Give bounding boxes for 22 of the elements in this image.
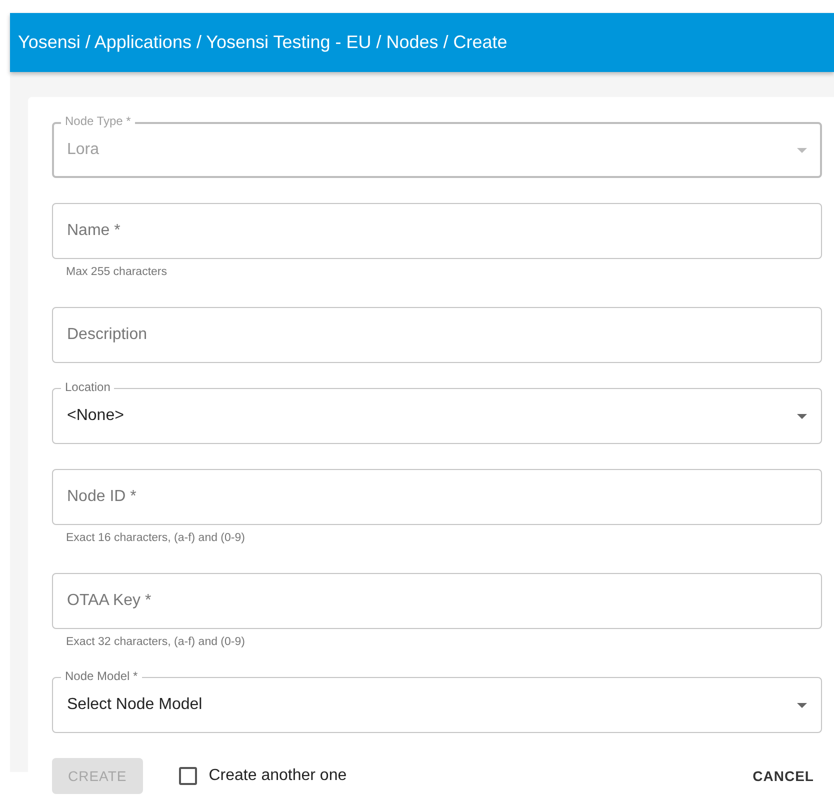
helper-text: Exact 32 characters, (a-f) and (0-9) <box>65 635 246 649</box>
breadcrumb: Yosensi / Applications / Yosensi Testing - EU / Nodes / Create <box>18 31 508 54</box>
field-label: Location <box>61 380 114 394</box>
input-field[interactable]: Description <box>52 307 822 363</box>
checkbox[interactable] <box>178 767 197 785</box>
dropdown-caret-icon <box>797 414 807 418</box>
select-field[interactable]: Location <None> <box>52 380 822 444</box>
dropdown-caret-icon <box>797 702 807 708</box>
field-label: Node Model * <box>61 669 142 683</box>
select-value: <None> <box>67 406 125 426</box>
helper-text: Exact 16 characters, (a-f) and (0-9) <box>65 531 246 545</box>
field-label: Node Type * <box>61 114 135 128</box>
helper-text: Max 255 characters <box>65 265 168 279</box>
cancel-button[interactable]: CANCEL <box>744 766 822 786</box>
select-field[interactable]: Node Model * Select Node Model <box>52 669 822 733</box>
input-field[interactable]: Node ID * <box>52 469 822 525</box>
select-value: Select Node Model <box>67 695 204 715</box>
input-field[interactable]: Name * <box>52 203 822 259</box>
select-value: Lora <box>67 140 100 160</box>
input-field[interactable]: OTAA Key * <box>52 573 822 629</box>
dropdown-caret-icon <box>797 148 807 152</box>
checkbox-label: Create another one <box>208 766 347 786</box>
